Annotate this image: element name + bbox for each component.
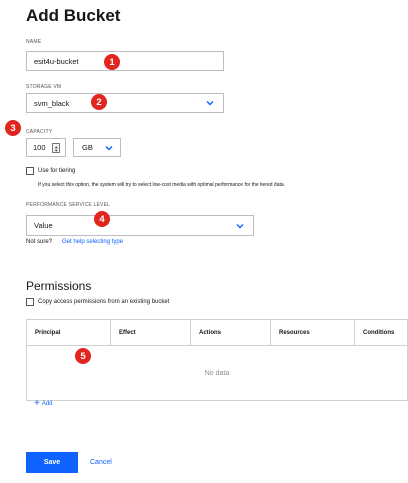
performance-value: Value [34,221,53,230]
callout-badge-2: 2 [91,94,107,110]
plus-icon: + [34,398,40,409]
chevron-down-icon [105,145,113,150]
add-permission-button[interactable]: + Add [34,398,53,409]
chevron-down-icon [206,101,214,106]
tiering-help-text: If you select this option, the system wi… [38,182,286,188]
permissions-title: Permissions [26,279,92,293]
storage-vm-select[interactable]: svm_black [26,93,224,113]
page-title: Add Bucket [26,6,121,25]
use-for-tiering-label: Use for tiering [38,168,76,174]
capacity-value: 100 [33,143,46,152]
capacity-label: CAPACITY [26,129,53,135]
stepper-arrows-icon[interactable] [52,143,60,153]
name-input-value: esit4u-bucket [34,56,79,66]
add-permission-label: Add [41,401,53,407]
callout-badge-5: 5 [75,348,91,364]
performance-select[interactable]: Value [26,215,254,236]
name-input[interactable]: esit4u-bucket [26,51,224,71]
column-header-resources: Resources [270,319,355,346]
copy-permissions-checkbox[interactable] [26,298,34,306]
name-label: NAME [26,39,42,45]
callout-badge-1: 1 [104,54,120,70]
column-header-conditions: Conditions [354,319,408,346]
help-selecting-type-link[interactable]: Get help selecting type [62,239,123,245]
storage-vm-label: STORAGE VM [26,84,62,90]
column-header-actions: Actions [190,319,271,346]
save-button[interactable]: Save [26,452,78,473]
chevron-down-icon [236,223,244,228]
column-header-principal: Principal [26,319,111,346]
cancel-button[interactable]: Cancel [90,459,112,466]
not-sure-text: Not sure? [26,239,53,245]
performance-label: PERFORMANCE SERVICE LEVEL [26,202,111,208]
capacity-unit-value: GB [82,143,93,152]
callout-badge-3: 3 [5,120,21,136]
callout-badge-4: 4 [94,211,110,227]
table-header-row: Principal Effect Actions Resources Condi… [26,319,408,346]
storage-vm-value: svm_black [34,98,70,108]
capacity-unit-select[interactable]: GB [73,138,121,157]
use-for-tiering-checkbox[interactable] [26,167,34,175]
column-header-effect: Effect [110,319,191,346]
capacity-stepper[interactable]: 100 [26,138,66,157]
copy-permissions-label: Copy access permissions from an existing… [38,299,170,305]
